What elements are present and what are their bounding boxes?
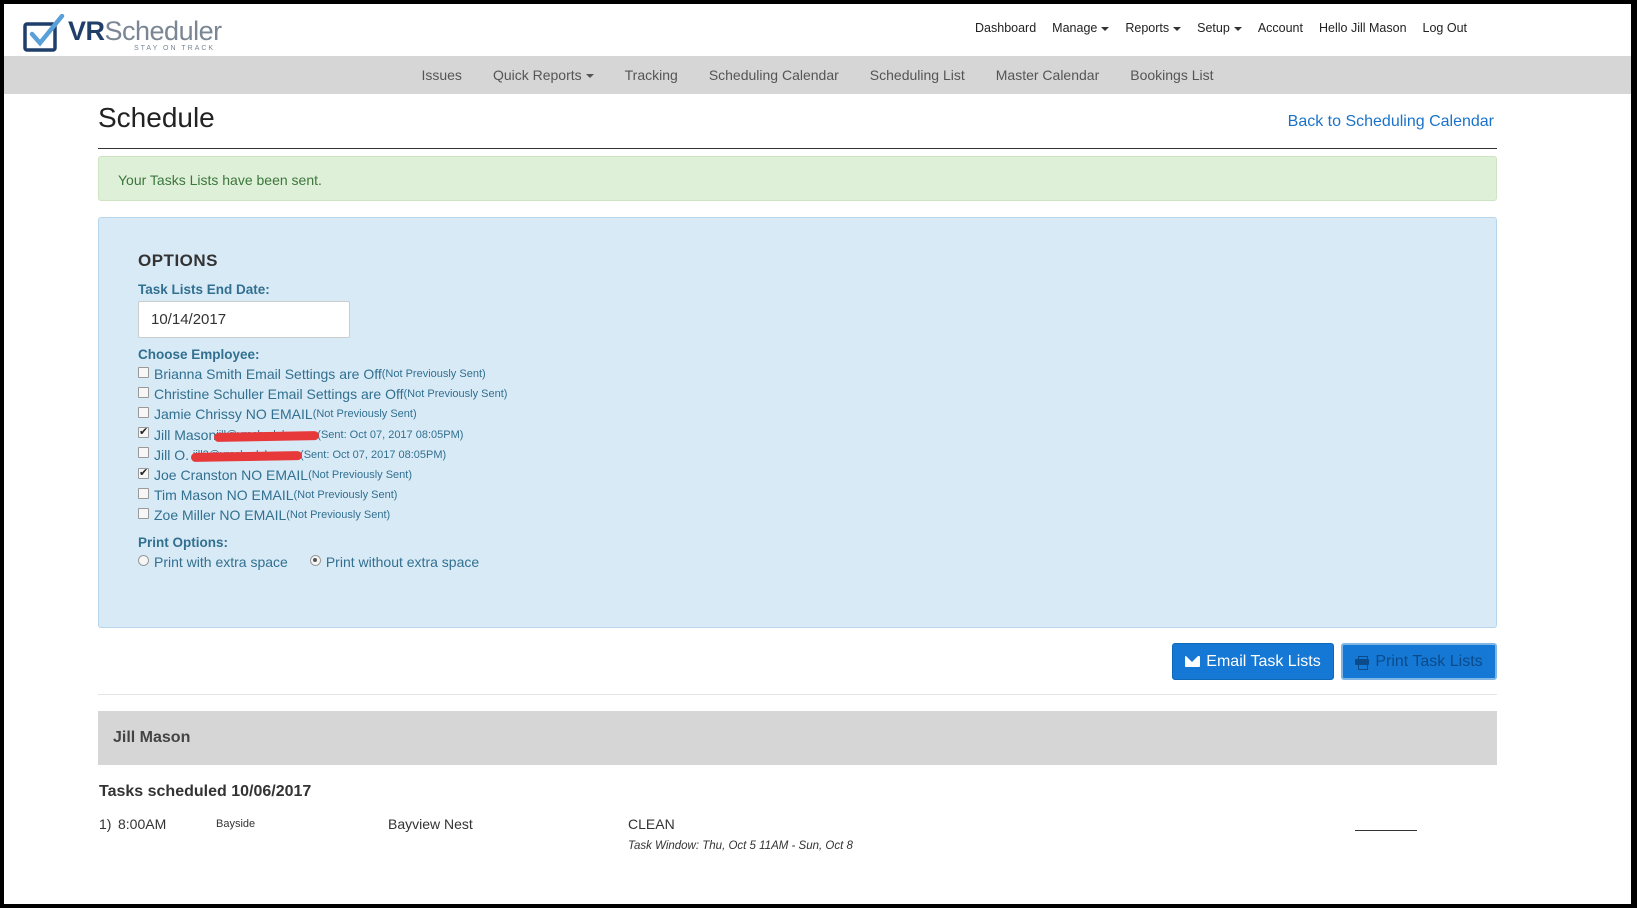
employee-send-status: (Not Previously Sent)	[286, 509, 391, 522]
subnav-scheduling-calendar[interactable]: Scheduling Calendar	[709, 67, 839, 83]
success-alert: Your Tasks Lists have been sent.	[98, 156, 1497, 201]
caret-down-icon	[1233, 26, 1242, 31]
section-divider	[98, 694, 1497, 695]
employee-checkbox[interactable]	[138, 406, 149, 418]
task-type: CLEAN	[628, 816, 675, 832]
employee-list: Brianna Smith Email Settings are Off (No…	[138, 364, 507, 526]
employee-email-redacted: jill2@vrscheduler.com	[192, 448, 301, 461]
email-task-lists-button[interactable]: Email Task Lists	[1172, 643, 1334, 680]
print-options-label: Print Options:	[138, 535, 228, 550]
task-property: Bayview Nest	[388, 816, 473, 832]
subnav-bookings-list[interactable]: Bookings List	[1130, 67, 1213, 83]
employee-option[interactable]: Jill O. jill2@vrscheduler.com (Sent: Oct…	[138, 445, 507, 465]
choose-employee-label: Choose Employee:	[138, 347, 260, 362]
title-divider	[98, 148, 1497, 149]
employee-name: Tim Mason NO EMAIL	[154, 487, 294, 504]
employee-name: Jamie Chrissy NO EMAIL	[154, 406, 313, 423]
employee-send-status: (Sent: Oct 07, 2017 08:05PM)	[300, 448, 447, 461]
nav-account[interactable]: Account	[1258, 21, 1303, 35]
employee-option[interactable]: Jill Mason jill@vrscheduler.com (Sent: O…	[138, 425, 507, 445]
tasks-heading: Tasks scheduled 10/06/2017	[99, 783, 312, 800]
caret-down-icon	[1101, 26, 1110, 31]
nav-reports[interactable]: Reports	[1125, 21, 1182, 35]
employee-option[interactable]: Christine Schuller Email Settings are Of…	[138, 384, 507, 404]
subnav-issues[interactable]: Issues	[421, 67, 461, 83]
logo-tagline: STAY ON TRACK	[134, 45, 216, 52]
subnav-master-calendar[interactable]: Master Calendar	[996, 67, 1100, 83]
task-region: Bayside	[216, 818, 256, 830]
employee-option[interactable]: Brianna Smith Email Settings are Off (No…	[138, 364, 507, 384]
employee-checkbox[interactable]	[138, 466, 149, 479]
nav-logout[interactable]: Log Out	[1423, 21, 1467, 35]
subnav-quick-reports[interactable]: Quick Reports	[493, 67, 594, 83]
print-task-lists-button[interactable]: Print Task Lists	[1341, 643, 1497, 680]
print-button-label: Print Task Lists	[1375, 652, 1483, 670]
page-title: Schedule	[98, 102, 215, 133]
top-nav: Dashboard Manage Reports Setup Account H…	[975, 21, 1467, 35]
employee-option[interactable]: Jamie Chrissy NO EMAIL (Not Previously S…	[138, 404, 507, 424]
employee-checkbox[interactable]	[138, 507, 149, 519]
signature-line	[1355, 830, 1417, 831]
task-window: Task Window: Thu, Oct 5 11AM - Sun, Oct …	[628, 840, 853, 852]
caret-down-icon	[585, 74, 594, 79]
nav-setup[interactable]: Setup	[1197, 21, 1242, 35]
back-to-scheduling-calendar-link[interactable]: Back to Scheduling Calendar	[1288, 113, 1494, 131]
print-with-space-label: Print with extra space	[154, 554, 288, 570]
logo-text: VRScheduler	[68, 16, 222, 46]
subnav-scheduling-list[interactable]: Scheduling List	[870, 67, 965, 83]
employee-checkbox[interactable]	[138, 386, 149, 398]
end-date-input[interactable]	[138, 301, 350, 338]
employee-send-status: (Not Previously Sent)	[312, 408, 417, 421]
print-without-space-radio[interactable]	[309, 554, 321, 566]
print-with-space-option[interactable]: Print with extra space	[138, 554, 288, 570]
checkmark-logo-icon	[23, 14, 65, 52]
sub-nav: Issues Quick Reports Tracking Scheduling…	[4, 56, 1631, 94]
task-time: 8:00AM	[118, 816, 167, 832]
employee-name: Jill O.	[154, 446, 189, 463]
nav-manage[interactable]: Manage	[1052, 21, 1110, 35]
subnav-tracking[interactable]: Tracking	[625, 67, 678, 83]
employee-option[interactable]: Zoe Miller NO EMAIL (Not Previously Sent…	[138, 505, 507, 525]
employee-name: Brianna Smith Email Settings are Off	[154, 366, 382, 383]
print-without-space-label: Print without extra space	[325, 554, 480, 570]
employee-name: Joe Cranston NO EMAIL	[154, 467, 309, 484]
employee-checkbox[interactable]	[138, 487, 149, 499]
employee-checkbox[interactable]	[138, 447, 149, 459]
employee-section-header: Jill Mason	[98, 711, 1497, 765]
print-options: Print with extra space Print without ext…	[138, 554, 501, 570]
employee-option[interactable]: Tim Mason NO EMAIL (Not Previously Sent)	[138, 485, 507, 505]
employee-option[interactable]: Joe Cranston NO EMAIL (Not Previously Se…	[138, 465, 507, 485]
employee-send-status: (Not Previously Sent)	[308, 469, 412, 482]
task-number: 1)	[99, 816, 112, 832]
employee-send-status: (Sent: Oct 07, 2017 08:05PM)	[317, 428, 464, 441]
options-panel: OPTIONS Task Lists End Date: Choose Empl…	[98, 217, 1497, 628]
logo[interactable]: VRScheduler STAY ON TRACK	[22, 12, 222, 56]
printer-icon	[1355, 655, 1370, 670]
nav-dashboard[interactable]: Dashboard	[975, 21, 1036, 35]
email-button-label: Email Task Lists	[1206, 652, 1321, 670]
app-window: VRScheduler STAY ON TRACK Dashboard Mana…	[4, 4, 1631, 904]
envelope-icon	[1185, 656, 1201, 667]
employee-email-redacted: jill@vrscheduler.com	[216, 428, 318, 441]
employee-send-status: (Not Previously Sent)	[381, 368, 486, 381]
print-with-space-radio[interactable]	[138, 554, 149, 566]
employee-checkbox[interactable]	[138, 425, 149, 439]
employee-checkbox[interactable]	[138, 366, 149, 378]
nav-greeting[interactable]: Hello Jill Mason	[1319, 21, 1407, 35]
top-bar: VRScheduler STAY ON TRACK Dashboard Mana…	[4, 4, 1631, 56]
employee-send-status: (Not Previously Sent)	[293, 489, 398, 502]
options-heading: OPTIONS	[138, 251, 219, 270]
employee-send-status: (Not Previously Sent)	[403, 388, 508, 401]
employee-name: Zoe Miller NO EMAIL	[154, 507, 287, 524]
employee-name: Christine Schuller Email Settings are Of…	[154, 386, 404, 403]
print-without-space-option[interactable]: Print without extra space	[309, 554, 480, 570]
employee-name: Jill Mason	[154, 426, 217, 443]
end-date-label: Task Lists End Date:	[138, 282, 270, 297]
caret-down-icon	[1173, 26, 1182, 31]
